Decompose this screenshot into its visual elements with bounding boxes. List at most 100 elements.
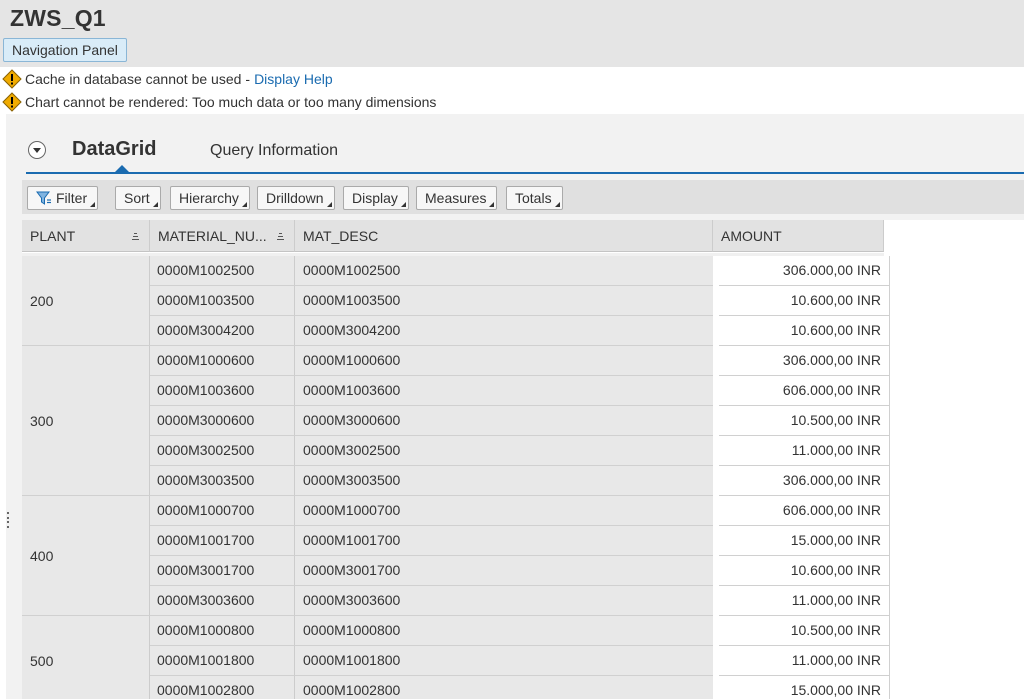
material-number-cell[interactable]: 0000M3001700 — [150, 556, 295, 586]
mat-desc-cell[interactable]: 0000M1003600 — [295, 376, 713, 406]
material-number-cell[interactable]: 0000M3003500 — [150, 466, 295, 496]
display-help-link[interactable]: Display Help — [254, 71, 333, 87]
amount-cell[interactable]: 11.000,00 INR — [719, 646, 890, 676]
app-title: ZWS_Q1 — [10, 5, 106, 31]
tab-underline — [26, 172, 1024, 174]
amount-cell[interactable]: 10.600,00 INR — [719, 556, 890, 586]
sort-icon[interactable] — [277, 233, 284, 240]
message-cache: Cache in database cannot be used - Displ… — [2, 69, 333, 89]
filter-button[interactable]: Filter — [27, 186, 99, 210]
table-row: 0000M3004200 0000M3004200 10.600,00 INR — [150, 316, 890, 346]
plant-cell[interactable]: 300 — [22, 346, 150, 496]
column-header-amount[interactable]: AMOUNT — [713, 220, 884, 252]
sort-button[interactable]: Sort — [115, 186, 161, 210]
column-header-material-number[interactable]: MATERIAL_NU... — [150, 220, 295, 252]
table-row: 0000M1001800 0000M1001800 11.000,00 INR — [150, 646, 890, 676]
mat-desc-cell[interactable]: 0000M1001700 — [295, 526, 713, 556]
amount-cell[interactable]: 15.000,00 INR — [719, 676, 890, 699]
table-row: 0000M1000600 0000M1000600 306.000,00 INR — [150, 346, 890, 376]
amount-cell[interactable]: 306.000,00 INR — [719, 256, 890, 286]
mat-desc-cell[interactable]: 0000M3003600 — [295, 586, 713, 616]
table-row: 0000M1002500 0000M1002500 306.000,00 INR — [150, 256, 890, 286]
table-row: 0000M3002500 0000M3002500 11.000,00 INR — [150, 436, 890, 466]
mat-desc-cell[interactable]: 0000M1002800 — [295, 676, 713, 699]
table-row: 0000M1002800 0000M1002800 15.000,00 INR — [150, 676, 890, 699]
material-number-cell[interactable]: 0000M3002500 — [150, 436, 295, 466]
mat-desc-cell[interactable]: 0000M1000700 — [295, 496, 713, 526]
plant-cell[interactable]: 500 — [22, 616, 150, 699]
sort-icon[interactable] — [132, 233, 139, 240]
message-separator: - — [245, 71, 251, 87]
amount-cell[interactable]: 10.600,00 INR — [719, 286, 890, 316]
material-number-cell[interactable]: 0000M3000600 — [150, 406, 295, 436]
material-number-cell[interactable]: 0000M1001700 — [150, 526, 295, 556]
warning-icon — [2, 92, 22, 112]
column-header-label: MATERIAL_NU... — [158, 228, 267, 244]
grid-empty-area — [884, 220, 1024, 699]
totals-button[interactable]: Totals — [506, 186, 563, 210]
warning-icon — [2, 69, 22, 89]
mat-desc-cell[interactable]: 0000M1001800 — [295, 646, 713, 676]
mat-desc-cell[interactable]: 0000M3002500 — [295, 436, 713, 466]
plant-cell[interactable]: 200 — [22, 256, 150, 346]
material-number-cell[interactable]: 0000M1002500 — [150, 256, 295, 286]
amount-cell[interactable]: 606.000,00 INR — [719, 496, 890, 526]
amount-cell[interactable]: 11.000,00 INR — [719, 436, 890, 466]
mat-desc-cell[interactable]: 0000M3000600 — [295, 406, 713, 436]
mat-desc-cell[interactable]: 0000M1000600 — [295, 346, 713, 376]
plant-cell[interactable]: 400 — [22, 496, 150, 616]
amount-cell[interactable]: 11.000,00 INR — [719, 586, 890, 616]
column-header-plant[interactable]: PLANT — [22, 220, 150, 252]
material-number-cell[interactable]: 0000M1001800 — [150, 646, 295, 676]
mat-desc-cell[interactable]: 0000M3004200 — [295, 316, 713, 346]
measures-button[interactable]: Measures — [416, 186, 498, 210]
display-button[interactable]: Display — [343, 186, 409, 210]
table-row: 0000M1003600 0000M1003600 606.000,00 INR — [150, 376, 890, 406]
column-header-label: PLANT — [30, 228, 76, 244]
material-number-cell[interactable]: 0000M1003600 — [150, 376, 295, 406]
tab-datagrid[interactable]: DataGrid — [72, 138, 156, 161]
mat-desc-cell[interactable]: 0000M3001700 — [295, 556, 713, 586]
table-row: 0000M1000700 0000M1000700 606.000,00 INR — [150, 496, 890, 526]
mat-desc-cell[interactable]: 0000M3003500 — [295, 466, 713, 496]
filter-icon — [36, 191, 51, 205]
amount-cell[interactable]: 306.000,00 INR — [719, 466, 890, 496]
navigation-panel-button[interactable]: Navigation Panel — [3, 38, 127, 62]
drilldown-button[interactable]: Drilldown — [257, 186, 335, 210]
amount-cell[interactable]: 10.500,00 INR — [719, 616, 890, 646]
amount-cell[interactable]: 306.000,00 INR — [719, 346, 890, 376]
amount-cell[interactable]: 15.000,00 INR — [719, 526, 890, 556]
material-number-cell[interactable]: 0000M1002800 — [150, 676, 295, 699]
amount-cell[interactable]: 606.000,00 INR — [719, 376, 890, 406]
mat-desc-cell[interactable]: 0000M1002500 — [295, 256, 713, 286]
table-row: 0000M1003500 0000M1003500 10.600,00 INR — [150, 286, 890, 316]
grid-header: PLANT MATERIAL_NU... MAT_DESC AMOUNT — [22, 220, 1024, 253]
table-row: 0000M3003500 0000M3003500 306.000,00 INR — [150, 466, 890, 496]
material-number-cell[interactable]: 0000M3003600 — [150, 586, 295, 616]
mat-desc-cell[interactable]: 0000M1003500 — [295, 286, 713, 316]
column-header-mat-desc[interactable]: MAT_DESC — [295, 220, 713, 252]
table-row: 0000M3003600 0000M3003600 11.000,00 INR — [150, 586, 890, 616]
table-row: 0000M1000800 0000M1000800 10.500,00 INR — [150, 616, 890, 646]
grid-toolbar: Filter Sort Hierarchy Drilldown Display … — [22, 180, 1024, 214]
amount-cell[interactable]: 10.600,00 INR — [719, 316, 890, 346]
splitter-handle[interactable] — [6, 512, 10, 528]
table-row: 0000M1001700 0000M1001700 15.000,00 INR — [150, 526, 890, 556]
collapse-toggle-icon[interactable] — [28, 141, 46, 159]
tab-query-information[interactable]: Query Information — [210, 142, 338, 160]
tab-bar: DataGrid Query Information — [26, 114, 1024, 174]
material-number-cell[interactable]: 0000M3004200 — [150, 316, 295, 346]
material-number-cell[interactable]: 0000M1000600 — [150, 346, 295, 376]
amount-cell[interactable]: 10.500,00 INR — [719, 406, 890, 436]
mat-desc-cell[interactable]: 0000M1000800 — [295, 616, 713, 646]
material-number-cell[interactable]: 0000M1000700 — [150, 496, 295, 526]
message-chart: Chart cannot be rendered: Too much data … — [2, 92, 436, 112]
table-row: 0000M3000600 0000M3000600 10.500,00 INR — [150, 406, 890, 436]
hierarchy-button[interactable]: Hierarchy — [170, 186, 250, 210]
data-grid: PLANT MATERIAL_NU... MAT_DESC AMOUNT 200… — [22, 220, 1024, 699]
app-header: ZWS_Q1 Navigation Panel — [0, 0, 1024, 67]
material-number-cell[interactable]: 0000M1003500 — [150, 286, 295, 316]
column-header-label: AMOUNT — [721, 228, 782, 244]
material-number-cell[interactable]: 0000M1000800 — [150, 616, 295, 646]
content-area: DataGrid Query Information Filter Sort H… — [6, 114, 1024, 699]
